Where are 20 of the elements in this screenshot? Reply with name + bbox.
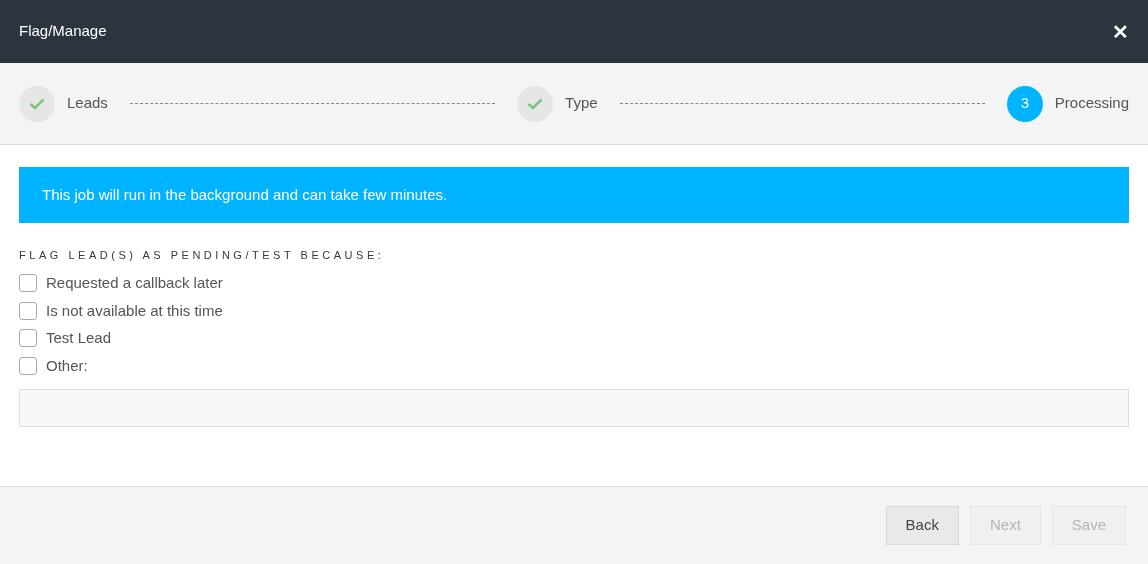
checkbox[interactable] (19, 329, 37, 348)
checkbox-label: Requested a callback later (46, 273, 223, 293)
checkbox-label: Test Lead (46, 328, 112, 348)
footer-button[interactable]: Back (885, 506, 959, 545)
step-label: Leads (67, 93, 108, 114)
check-icon (29, 97, 45, 110)
checkbox-label: Other: (46, 355, 88, 376)
checkbox[interactable] (19, 301, 37, 320)
window-title: Flag/Manage (19, 21, 107, 42)
checkbox[interactable] (19, 356, 37, 375)
close-button[interactable]: ✕ (1112, 21, 1129, 42)
info-banner: This job will run in the background and can take few minutes. (19, 167, 1129, 223)
section-label: FLAG LEAD(S) AS PENDING/TEST BECAUSE: (19, 248, 386, 263)
checkbox[interactable] (19, 274, 37, 293)
step-label: Processing (1054, 93, 1129, 114)
checkbox-label: Is not available at this time (46, 300, 223, 321)
input-field[interactable] (19, 388, 1129, 427)
check-icon (527, 97, 544, 110)
step-number: 3 (1006, 85, 1043, 122)
step-label: Type (565, 93, 598, 114)
